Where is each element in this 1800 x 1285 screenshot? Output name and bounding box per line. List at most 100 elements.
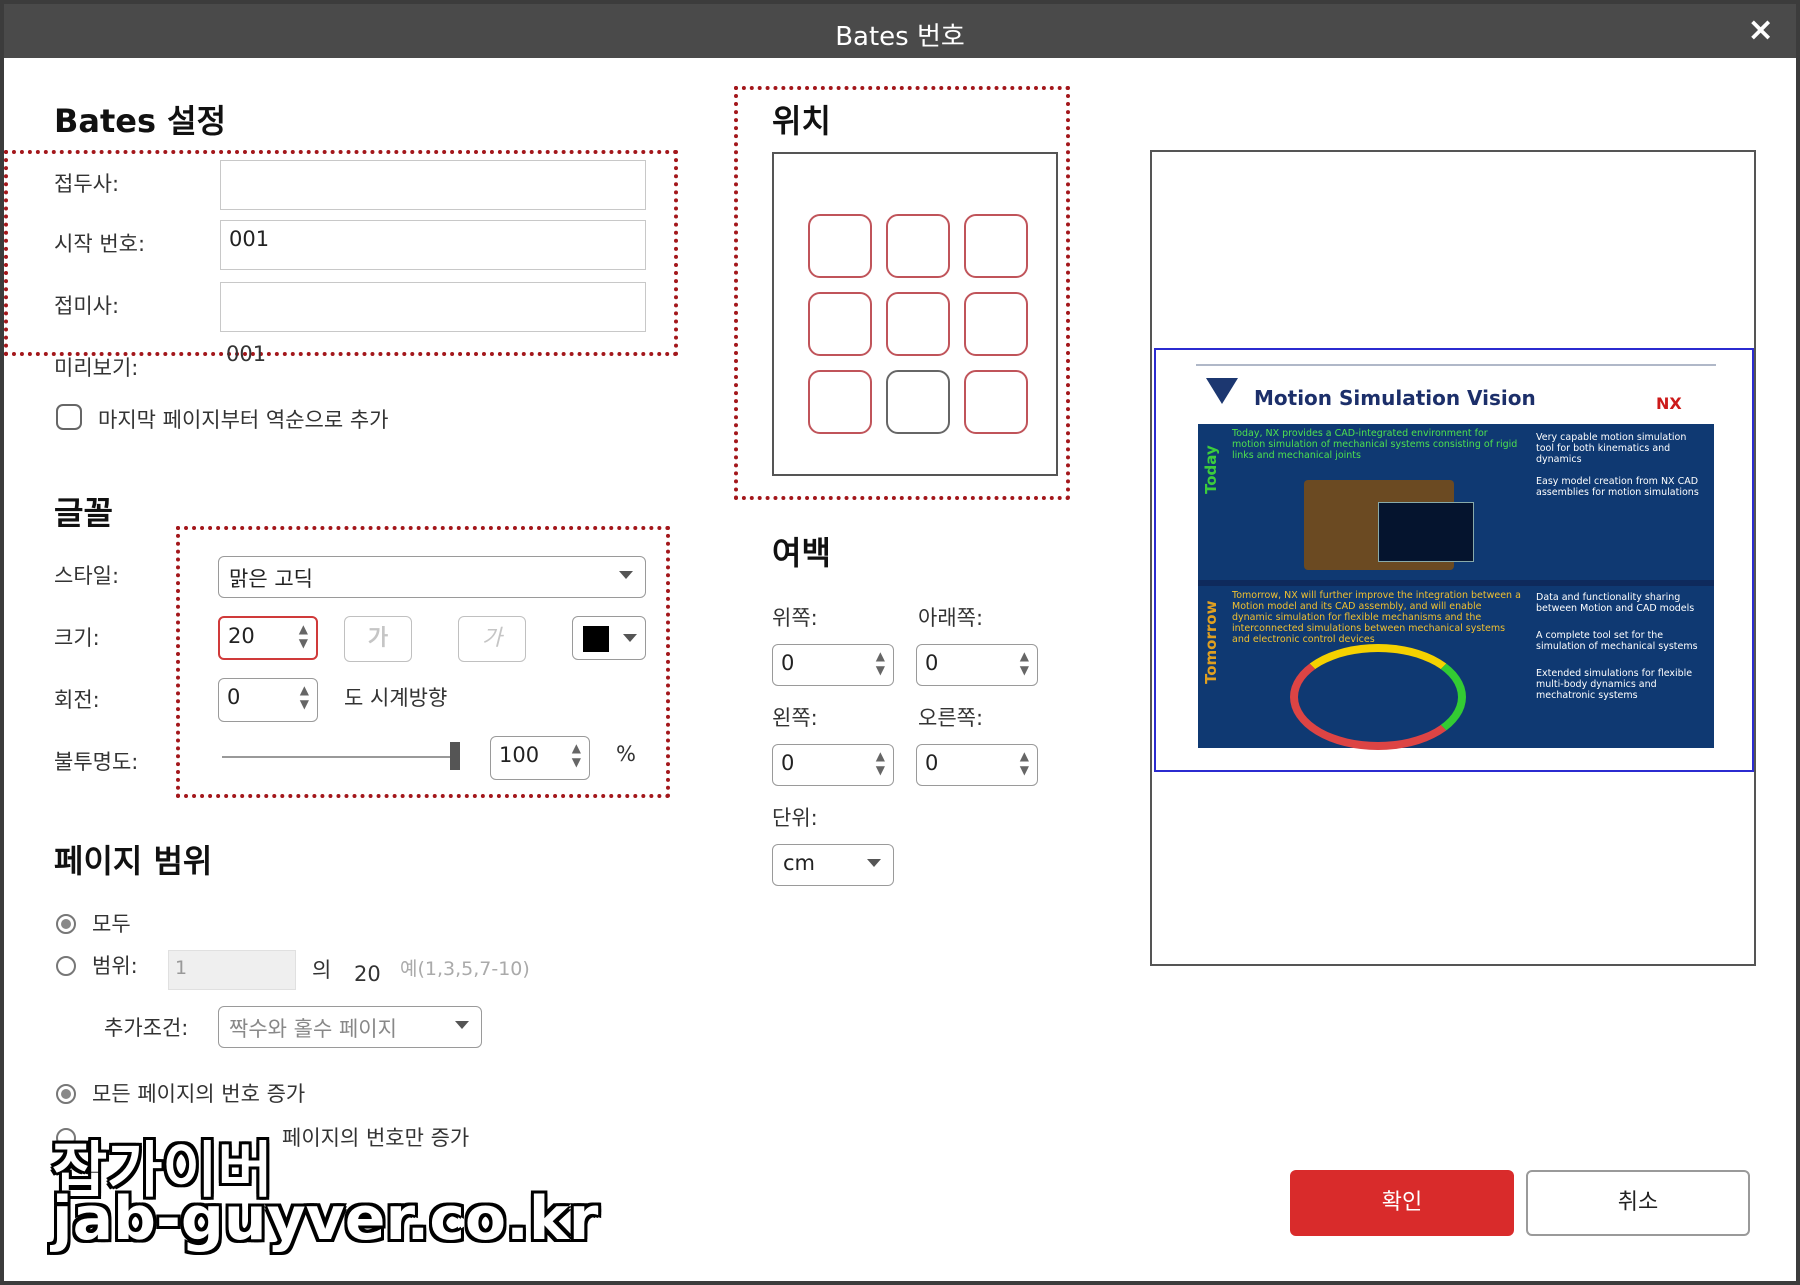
opacity-slider-track[interactable]	[222, 756, 458, 758]
stepper-arrows-icon[interactable]: ▲ ▼	[572, 741, 581, 769]
increment-some-label: 페이지의 번호만 증가	[282, 1126, 470, 1150]
position-cell[interactable]	[886, 214, 950, 278]
stepper-arrows-icon[interactable]: ▲ ▼	[876, 649, 885, 677]
rotation-value: 0	[227, 685, 241, 709]
margin-left-value: 0	[781, 751, 795, 775]
stepper-arrows-icon[interactable]: ▲ ▼	[299, 622, 308, 650]
prefix-input[interactable]	[220, 160, 646, 210]
range-custom-radio[interactable]	[56, 956, 76, 976]
range-total: 20	[354, 962, 381, 986]
font-size-value: 20	[228, 624, 255, 648]
unit-select[interactable]: cm	[772, 844, 894, 886]
prefix-label: 접두사:	[54, 172, 120, 196]
unit-label: 단위:	[772, 806, 818, 830]
stepper-arrows-icon[interactable]: ▲ ▼	[1020, 649, 1029, 677]
reverse-order-checkbox[interactable]	[56, 404, 82, 430]
tomorrow-label: Tomorrow	[1202, 600, 1220, 684]
font-color-select[interactable]	[572, 616, 646, 660]
margin-bottom-value: 0	[925, 651, 939, 675]
style-label: 스타일:	[54, 564, 120, 588]
start-number-input[interactable]: 001	[220, 220, 646, 270]
font-style-value: 맑은 고딕	[229, 567, 313, 591]
siemens-logo-icon	[1206, 378, 1238, 404]
reverse-order-label: 마지막 페이지부터 역순으로 추가	[98, 408, 389, 432]
margin-top-stepper[interactable]: 0 ▲ ▼	[772, 644, 894, 686]
margin-left-stepper[interactable]: 0 ▲ ▼	[772, 744, 894, 786]
suffix-label: 접미사:	[54, 294, 120, 318]
bates-heading: Bates 설정	[54, 102, 227, 140]
range-all-label: 모두	[92, 912, 131, 936]
position-cell[interactable]	[808, 214, 872, 278]
range-input[interactable]: 1	[168, 950, 296, 990]
margin-bottom-label: 아래쪽:	[918, 606, 984, 630]
size-label: 크기:	[54, 626, 100, 650]
ok-button[interactable]: 확인	[1290, 1170, 1514, 1236]
today-text: Today, NX provides a CAD-integrated envi…	[1232, 428, 1518, 461]
margin-heading: 여백	[772, 534, 831, 572]
position-cell[interactable]	[964, 214, 1028, 278]
range-example: 예(1,3,5,7-10)	[400, 958, 530, 980]
condition-select[interactable]: 짝수와 홀수 페이지	[218, 1006, 482, 1048]
position-cell-selected[interactable]	[886, 370, 950, 434]
vehicle-image	[1290, 644, 1466, 750]
today-bullet: Very capable motion simulation tool for …	[1536, 432, 1687, 465]
font-style-select[interactable]: 맑은 고딕	[218, 556, 646, 598]
unit-value: cm	[783, 851, 816, 875]
slide-rule	[1196, 364, 1716, 366]
position-cell[interactable]	[964, 292, 1028, 356]
slide-preview: Motion Simulation Vision NX Today Tomorr…	[1154, 348, 1754, 772]
page-range-heading: 페이지 범위	[54, 842, 213, 880]
title-bar: Bates 번호 ×	[4, 4, 1796, 58]
tomorrow-bullet: Data and functionality sharing between M…	[1536, 592, 1695, 614]
stepper-arrows-icon[interactable]: ▲ ▼	[876, 749, 885, 777]
margin-right-stepper[interactable]: 0 ▲ ▼	[916, 744, 1038, 786]
increment-all-radio[interactable]	[56, 1084, 76, 1104]
margin-left-label: 왼쪽:	[772, 706, 818, 730]
position-cell[interactable]	[886, 292, 950, 356]
stepper-arrows-icon[interactable]: ▲ ▼	[300, 683, 309, 711]
nx-logo: NX	[1656, 394, 1682, 413]
font-size-stepper[interactable]: 20 ▲ ▼	[218, 616, 318, 660]
chevron-down-icon	[623, 634, 637, 642]
chevron-down-icon	[619, 571, 633, 579]
tomorrow-text: Tomorrow, NX will further improve the in…	[1232, 590, 1521, 645]
position-cell[interactable]	[964, 370, 1028, 434]
color-swatch	[583, 626, 609, 652]
preview-value: 001	[226, 342, 267, 366]
margin-right-value: 0	[925, 751, 939, 775]
opacity-value: 100	[499, 743, 540, 767]
suffix-input[interactable]	[220, 282, 646, 332]
today-label: Today	[1202, 445, 1220, 494]
chevron-down-icon	[867, 859, 881, 867]
chevron-down-icon	[455, 1021, 469, 1029]
condition-value: 짝수와 홀수 페이지	[229, 1017, 397, 1041]
margin-bottom-stepper[interactable]: 0 ▲ ▼	[916, 644, 1038, 686]
simulation-image	[1378, 502, 1474, 562]
bold-button[interactable]: 가	[344, 616, 412, 662]
stepper-arrows-icon[interactable]: ▲ ▼	[1020, 749, 1029, 777]
position-heading: 위치	[772, 102, 831, 140]
opacity-unit: %	[616, 742, 636, 766]
font-heading: 글꼴	[54, 494, 113, 532]
position-grid	[772, 152, 1058, 476]
condition-label: 추가조건:	[104, 1016, 189, 1040]
opacity-stepper[interactable]: 100 ▲ ▼	[490, 736, 590, 780]
tomorrow-bullet: Extended simulations for flexible multi-…	[1536, 668, 1693, 701]
preview-label: 미리보기:	[54, 356, 139, 380]
dialog-title: Bates 번호	[835, 22, 965, 52]
rotation-unit: 도 시계방향	[344, 686, 448, 710]
rotation-stepper[interactable]: 0 ▲ ▼	[218, 678, 318, 722]
bates-dialog: Bates 번호 × Bates 설정 접두사: 시작 번호: 001 접미사:…	[0, 0, 1800, 1285]
slide-title: Motion Simulation Vision	[1254, 386, 1536, 410]
position-cell[interactable]	[808, 292, 872, 356]
close-icon[interactable]: ×	[1747, 10, 1774, 48]
italic-button[interactable]: 가	[458, 616, 526, 662]
rotation-label: 회전:	[54, 688, 100, 712]
position-cell[interactable]	[808, 370, 872, 434]
cancel-button[interactable]: 취소	[1526, 1170, 1750, 1236]
opacity-slider-handle[interactable]	[450, 742, 460, 770]
range-of-label: 의	[312, 958, 332, 982]
range-custom-label: 범위:	[92, 954, 138, 978]
page-preview: Motion Simulation Vision NX Today Tomorr…	[1150, 150, 1756, 966]
range-all-radio[interactable]	[56, 914, 76, 934]
